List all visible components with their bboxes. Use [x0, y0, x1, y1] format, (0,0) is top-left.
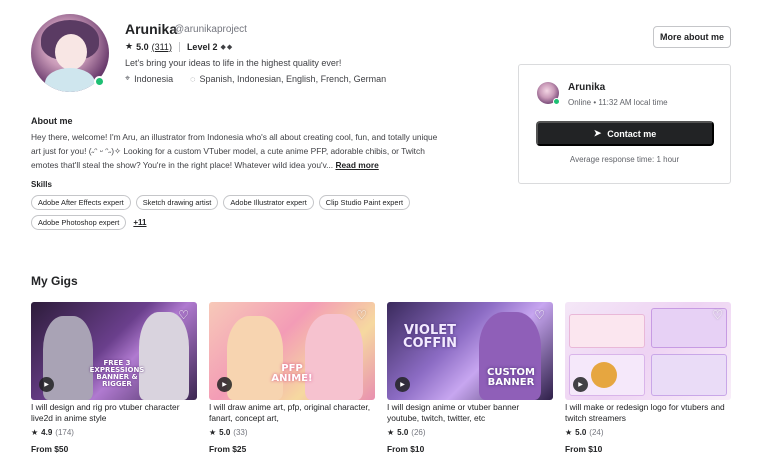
profile-tagline: Let's bring your ideas to life in the hi…: [125, 58, 342, 68]
rating-score: 5.0: [136, 41, 149, 52]
star-icon: ★: [31, 428, 39, 437]
profile-rating: ★ 5.0 (311) Level 2 ◆◆: [125, 41, 233, 52]
gig-card[interactable]: PFP ANIME! ♡ ▶ I will draw anime art, pf…: [209, 302, 375, 454]
star-icon: ★: [209, 428, 217, 437]
gig-rating: ★ 5.0 (33): [209, 428, 375, 437]
heart-icon[interactable]: ♡: [356, 308, 367, 322]
skill-chip[interactable]: Clip Studio Paint expert: [318, 195, 410, 210]
gig-thumbnail[interactable]: FREE 3 EXPRESSIONS BANNER & RIGGER ♡ ▶: [31, 302, 197, 400]
gig-rating-score: 4.9: [41, 428, 53, 437]
skill-chip[interactable]: Adobe Illustrator expert: [223, 195, 314, 210]
response-time: Average response time: 1 hour: [569, 155, 680, 164]
gigs-title: My Gigs: [31, 274, 78, 288]
online-status-icon: [553, 98, 560, 105]
gig-card[interactable]: VIOLET COFFIN CUSTOM BANNER ♡ ▶ I will d…: [387, 302, 553, 454]
gig-thumbnail[interactable]: PFP ANIME! ♡ ▶: [209, 302, 375, 400]
gig-rating-score: 5.0: [575, 428, 587, 437]
star-icon: ★: [387, 428, 395, 437]
gig-rating: ★ 5.0 (26): [387, 428, 553, 437]
about-title: About me: [31, 116, 73, 126]
gig-rating: ★ 4.9 (174): [31, 428, 197, 437]
gig-rating-count: (26): [411, 428, 426, 437]
gig-thumb-text: VIOLET COFFIN: [402, 323, 458, 351]
gig-title[interactable]: I will draw anime art, pfp, original cha…: [209, 402, 375, 424]
gig-price: From $50: [31, 444, 69, 454]
level-diamonds-icon: ◆◆: [220, 43, 234, 51]
seller-level: Level 2: [186, 41, 218, 52]
divider: [178, 41, 180, 52]
gig-rating-count: (174): [55, 428, 74, 437]
gig-rating: ★ 5.0 (24): [565, 428, 731, 437]
skills-title: Skills: [31, 180, 52, 189]
gig-thumbnail[interactable]: VIOLET COFFIN CUSTOM BANNER ♡ ▶: [387, 302, 553, 400]
gig-rating-count: (33): [233, 428, 248, 437]
gig-thumb-text: FREE 3 EXPRESSIONS BANNER & RIGGER: [89, 359, 145, 388]
gig-title[interactable]: I will make or redesign logo for vtubers…: [565, 402, 731, 424]
more-skills-link[interactable]: +11: [131, 215, 146, 230]
play-icon[interactable]: ▶: [395, 377, 410, 392]
play-icon[interactable]: ▶: [573, 377, 588, 392]
contact-status: Online • 11:32 AM local time: [568, 98, 668, 107]
profile-languages: Spanish, Indonesian, English, French, Ge…: [199, 73, 387, 84]
skill-chip[interactable]: Adobe After Effects expert: [31, 195, 131, 210]
profile-avatar[interactable]: [31, 14, 109, 92]
contact-card: Arunika Online • 11:32 AM local time ➤ C…: [518, 64, 731, 184]
review-count-link[interactable]: (311): [152, 42, 172, 52]
gig-card[interactable]: ♡ ▶ I will make or redesign logo for vtu…: [565, 302, 731, 454]
contact-name: Arunika: [568, 82, 606, 93]
gig-rating-score: 5.0: [397, 428, 409, 437]
online-status-icon: [94, 76, 105, 87]
play-icon[interactable]: ▶: [39, 377, 54, 392]
skill-chip[interactable]: Adobe Photoshop expert: [31, 215, 127, 230]
gig-card[interactable]: FREE 3 EXPRESSIONS BANNER & RIGGER ♡ ▶ I…: [31, 302, 197, 454]
gig-title[interactable]: I will design anime or vtuber banner you…: [387, 402, 553, 424]
read-more-link[interactable]: Read more: [335, 160, 378, 170]
star-icon: ★: [565, 428, 573, 437]
heart-icon[interactable]: ♡: [534, 308, 545, 322]
gig-rating-score: 5.0: [219, 428, 231, 437]
chat-bubble-icon: ◌: [190, 73, 196, 84]
about-text: Hey there, welcome! I'm Aru, an illustra…: [31, 130, 441, 172]
star-icon: ★: [125, 41, 134, 51]
more-about-me-button[interactable]: More about me: [653, 26, 731, 48]
contact-me-button[interactable]: ➤ Contact me: [536, 121, 714, 146]
profile-location: Indonesia: [134, 73, 174, 84]
gig-thumb-text: PFP ANIME!: [271, 363, 313, 384]
gig-thumbnail[interactable]: ♡ ▶: [565, 302, 731, 400]
gig-thumb-text-2: CUSTOM BANNER: [487, 367, 535, 388]
gig-price: From $25: [209, 444, 247, 454]
gig-title[interactable]: I will design and rig pro vtuber charact…: [31, 402, 197, 424]
gig-rating-count: (24): [589, 428, 604, 437]
location-pin-icon: ⌖: [125, 73, 131, 83]
contact-me-label: Contact me: [607, 128, 657, 139]
profile-name: Arunika: [125, 21, 178, 37]
profile-meta: ⌖ Indonesia ◌ Spanish, Indonesian, Engli…: [125, 73, 386, 84]
skill-chip[interactable]: Sketch drawing artist: [135, 195, 219, 210]
profile-handle: @arunikaproject: [174, 24, 247, 35]
skills-list: Adobe After Effects expert Sketch drawin…: [31, 195, 451, 230]
gig-price: From $10: [565, 444, 603, 454]
heart-icon[interactable]: ♡: [178, 308, 189, 322]
play-icon[interactable]: ▶: [217, 377, 232, 392]
gig-price: From $10: [387, 444, 425, 454]
heart-icon[interactable]: ♡: [712, 308, 723, 322]
send-icon: ➤: [593, 128, 602, 138]
